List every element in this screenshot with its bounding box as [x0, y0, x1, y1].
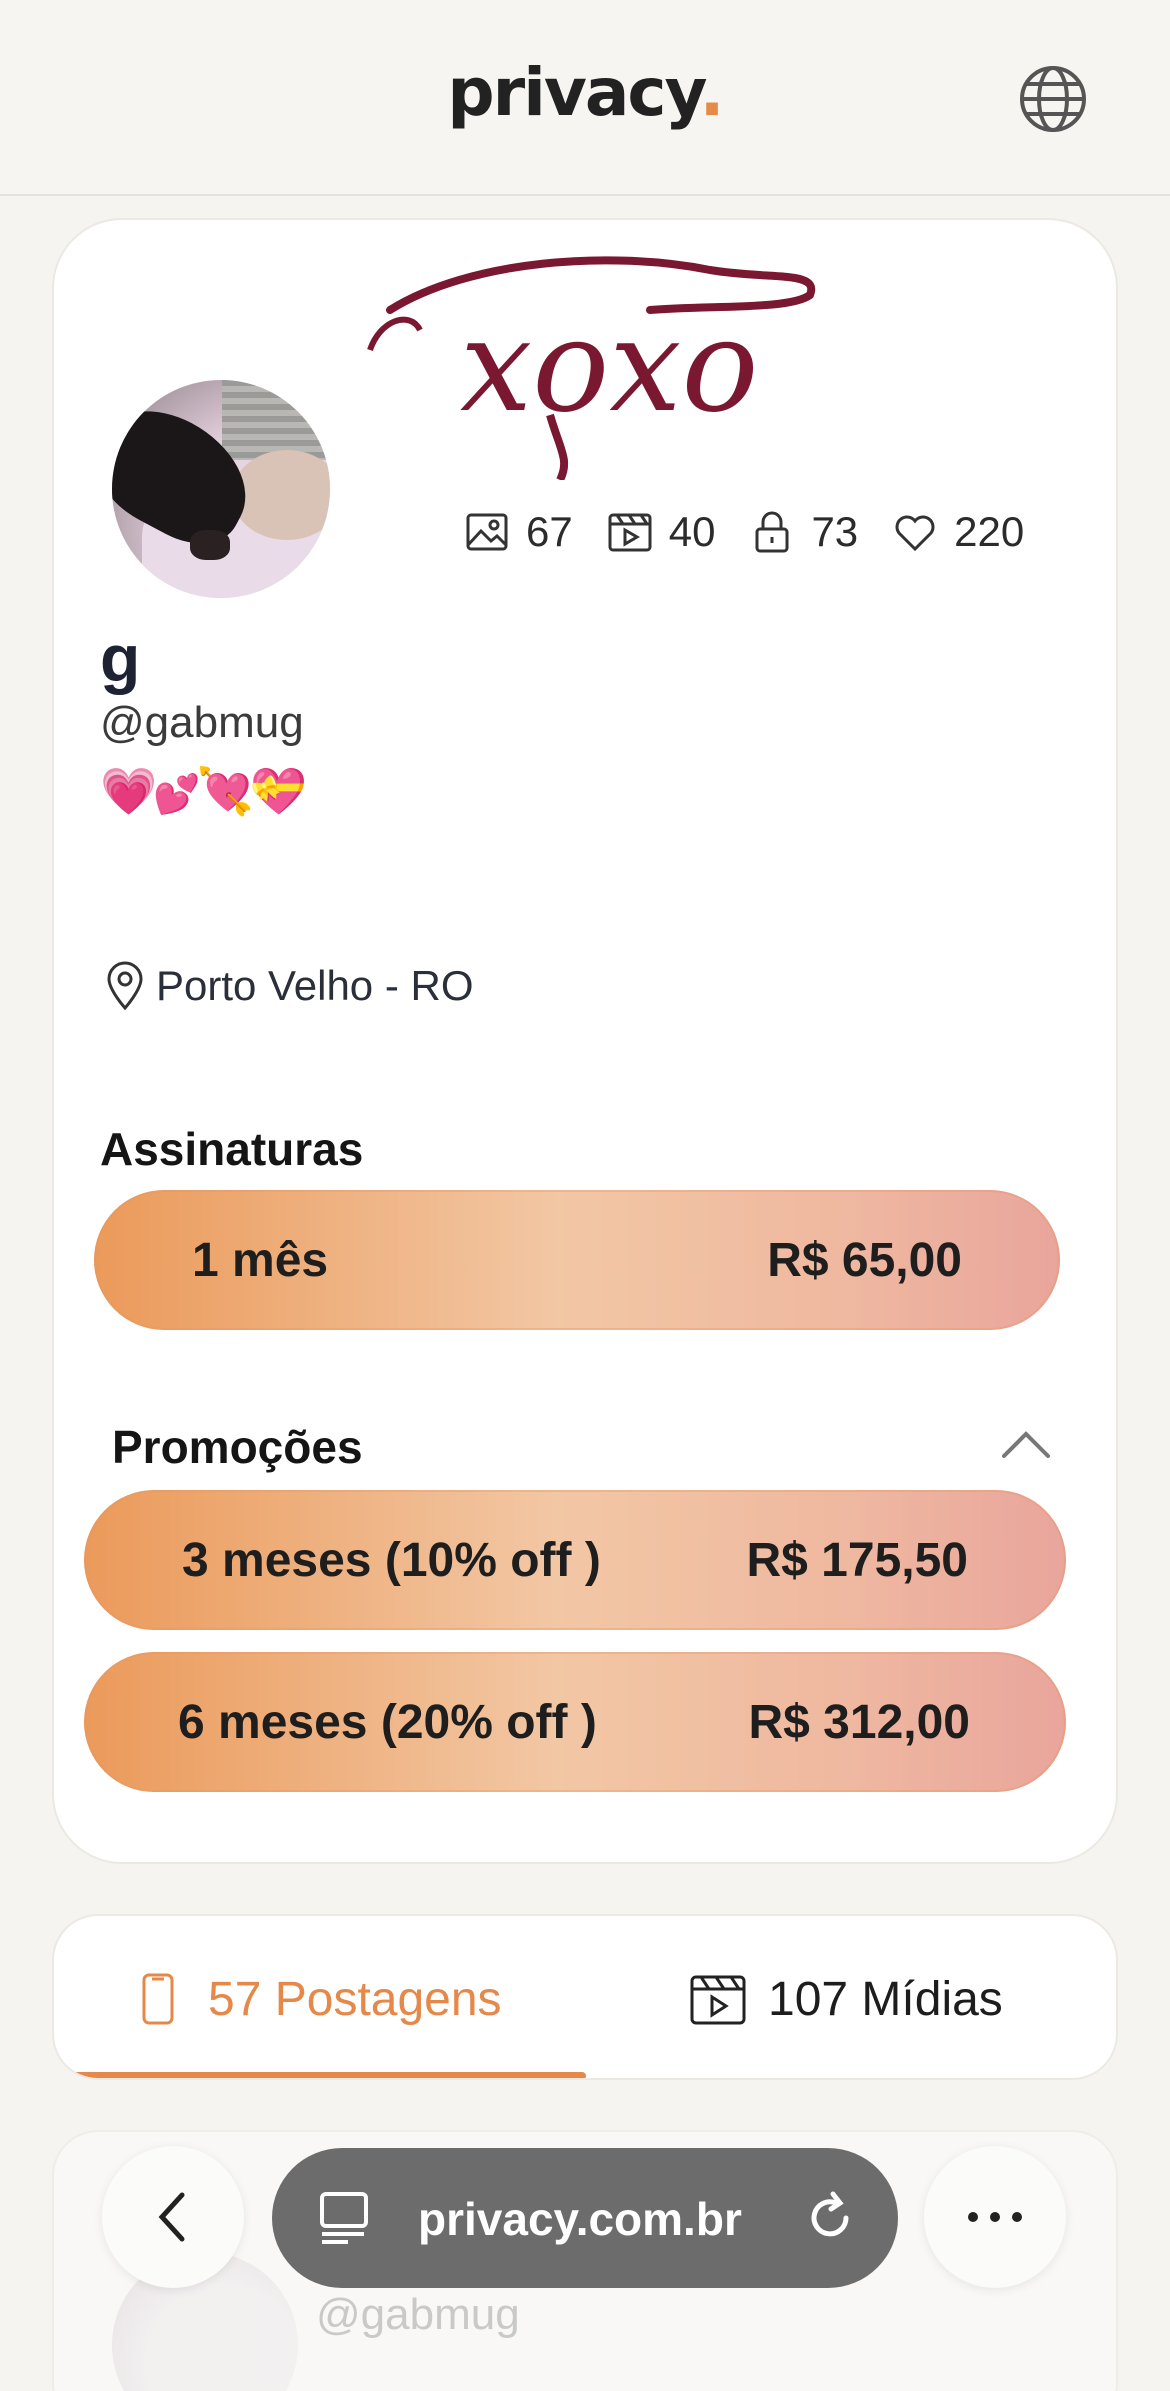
svg-text:xoxo: xoxo: [460, 292, 759, 441]
reload-icon[interactable]: [800, 2188, 860, 2248]
stat-likes: 220: [892, 508, 1024, 556]
content-tabs: 57 Postagens 107 Mídias: [52, 1914, 1118, 2080]
phone-icon: [142, 1973, 174, 2025]
subscriptions-title: Assinaturas: [100, 1123, 364, 1175]
profile-card: xoxo 67 40 73 220 g @gabmug 💗💕💘💝 Porto V…: [52, 218, 1118, 1864]
top-bar: privacy.: [0, 0, 1170, 196]
globe-icon[interactable]: [1016, 62, 1090, 136]
profile-handle: @gabmug: [100, 698, 304, 747]
profile-location: Porto Velho - RO: [104, 960, 473, 1012]
back-button[interactable]: [102, 2146, 244, 2288]
privacy-logo[interactable]: privacy.: [0, 54, 1170, 131]
chevron-up-icon[interactable]: [998, 1424, 1054, 1464]
post-handle: @gabmug: [316, 2290, 520, 2339]
avatar[interactable]: [112, 380, 330, 598]
image-icon: [466, 513, 508, 551]
subscription-plan-1-month[interactable]: 1 mês R$ 65,00: [94, 1190, 1060, 1330]
active-tab-indicator: [54, 2072, 586, 2078]
url-text: privacy.com.br: [418, 2193, 742, 2245]
tab-posts[interactable]: 57 Postagens: [128, 1916, 502, 2078]
chevron-left-icon: [158, 2192, 185, 2242]
profile-stats: 67 40 73 220: [464, 504, 1024, 560]
url-bar[interactable]: privacy.com.br: [272, 2148, 898, 2288]
heart-icon: [895, 515, 935, 552]
profile-banner: xoxo: [350, 240, 826, 480]
stat-images: 67: [464, 508, 573, 556]
promotions-title: Promoções: [112, 1421, 363, 1473]
video-icon: [690, 1975, 746, 2025]
profile-bio-emojis: 💗💕💘💝: [100, 765, 307, 817]
stat-locked: 73: [749, 508, 858, 556]
promotion-plan-3-months[interactable]: 3 meses (10% off ) R$ 175,50: [84, 1490, 1066, 1630]
stat-videos: 40: [607, 508, 715, 556]
profile-name: g: [100, 621, 141, 695]
location-pin-icon: [107, 961, 143, 1011]
site-settings-icon[interactable]: [316, 2188, 374, 2248]
tab-media[interactable]: 107 Mídias: [688, 1916, 1003, 2078]
video-icon: [608, 513, 652, 552]
lock-icon: [755, 511, 789, 553]
more-icon: [968, 2212, 1022, 2222]
more-options-button[interactable]: [924, 2146, 1066, 2288]
promotion-plan-6-months[interactable]: 6 meses (20% off ) R$ 312,00: [84, 1652, 1066, 1792]
